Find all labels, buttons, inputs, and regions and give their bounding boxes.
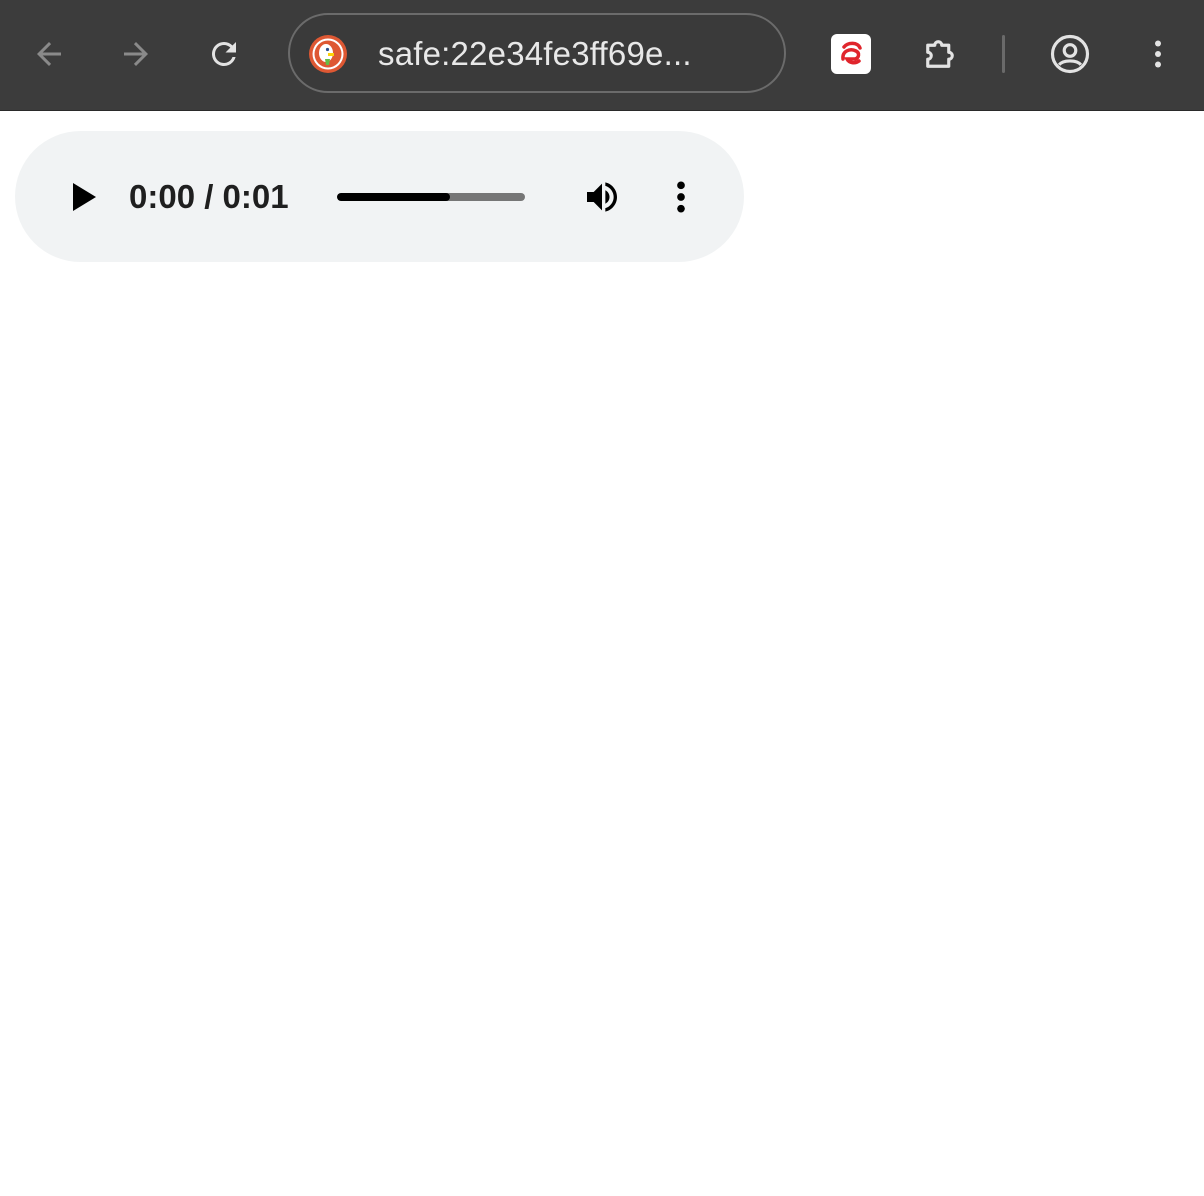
duckduckgo-icon — [309, 35, 347, 73]
forward-button[interactable] — [104, 22, 168, 86]
play-icon — [73, 183, 96, 211]
vertical-ellipsis-icon — [677, 181, 685, 213]
vertical-ellipsis-icon — [1155, 40, 1161, 68]
time-display: 0:00 / 0:01 — [129, 178, 289, 215]
address-bar[interactable]: safe:22e34fe3ff69e... — [288, 13, 786, 93]
profile-button[interactable] — [1038, 22, 1102, 86]
volume-button[interactable] — [577, 173, 627, 221]
play-button[interactable] — [59, 171, 109, 223]
timeline-progress — [337, 193, 450, 201]
arrow-right-icon — [124, 42, 148, 66]
puzzle-piece-icon — [926, 40, 954, 68]
red-extension-icon — [841, 41, 862, 65]
account-circle-icon — [1050, 34, 1090, 74]
toolbar-separator — [1002, 35, 1005, 73]
reload-icon — [211, 41, 236, 66]
arrow-left-icon — [37, 42, 61, 66]
audio-player: 0:00 / 0:01 — [15, 131, 744, 262]
browser-toolbar: safe:22e34fe3ff69e... — [0, 0, 1204, 111]
browser-menu-button[interactable] — [1126, 22, 1190, 86]
back-button[interactable] — [17, 22, 81, 86]
extensions-menu-button[interactable] — [908, 22, 972, 86]
extension-button[interactable] — [831, 34, 871, 74]
url-text: safe:22e34fe3ff69e... — [378, 35, 692, 72]
player-options-button[interactable] — [663, 173, 699, 221]
volume-up-icon — [587, 182, 617, 212]
reload-button[interactable] — [192, 22, 256, 86]
timeline-slider[interactable] — [337, 193, 525, 201]
